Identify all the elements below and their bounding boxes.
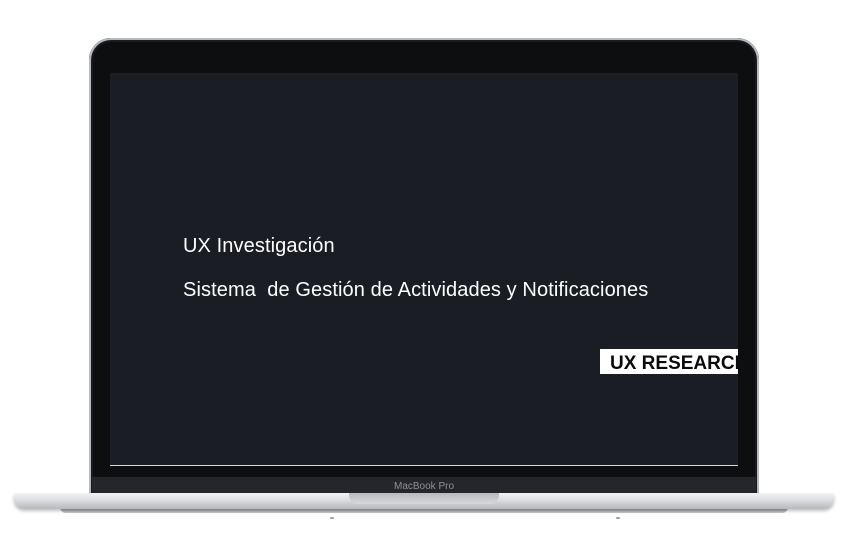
ux-research-badge: UX RESEARCH — [600, 349, 738, 374]
device-model-label: MacBook Pro — [393, 481, 455, 492]
foot-right — [616, 517, 620, 519]
foot-left — [330, 517, 334, 519]
laptop-screen: UX Investigación Sistema de Gestión de A… — [110, 73, 738, 465]
presentation-subtitle: Sistema de Gestión de Actividades y Noti… — [183, 279, 649, 301]
screen-edge-divider — [110, 465, 738, 466]
laptop-mockup: UX Investigación Sistema de Gestión de A… — [0, 0, 848, 539]
laptop-opening-notch — [349, 493, 499, 504]
presentation-title: UX Investigación — [183, 235, 335, 257]
